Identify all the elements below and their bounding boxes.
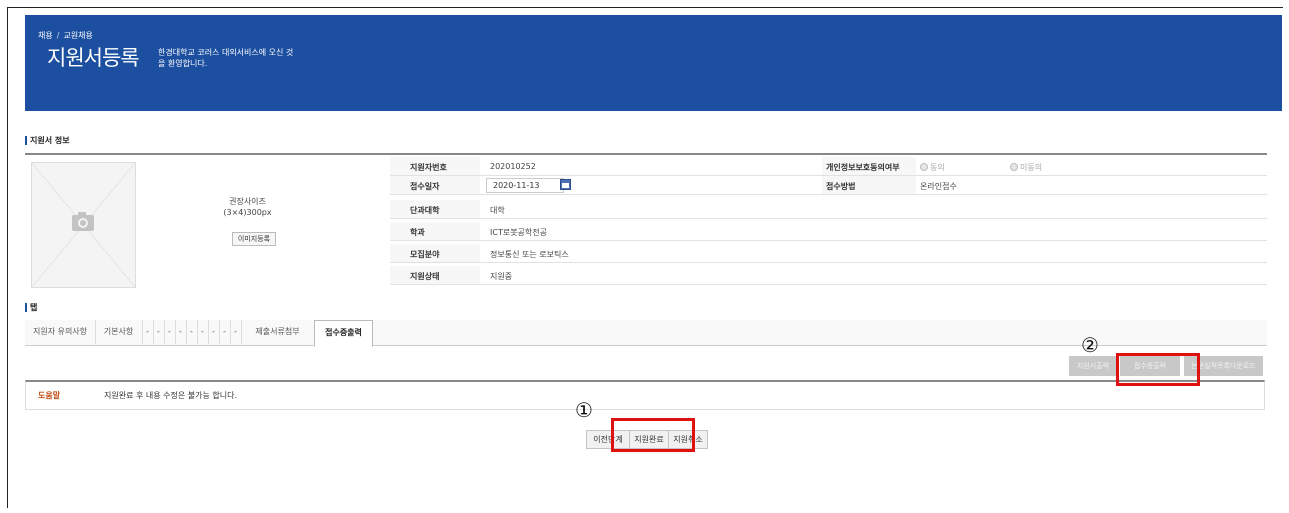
breadcrumb: 채용 / 교원채용 — [38, 30, 93, 41]
receipt-date-label: 접수일자 — [410, 182, 440, 191]
annotation-2: ② — [1081, 333, 1099, 357]
privacy-agree-radio[interactable]: 동의 — [920, 162, 945, 173]
photo-size-value: (3×4)300px — [223, 208, 272, 217]
section-divider — [25, 153, 1267, 155]
tab-notice[interactable]: 지원자 유의사항 — [25, 320, 96, 344]
section-title-applicant-info: 지원서 정보 — [25, 136, 70, 145]
page-title: 지원서등록 — [47, 46, 140, 70]
row-college: 단과대학 대학 — [390, 200, 1267, 219]
photo-size-info: 권장사이즈 (3×4)300px — [200, 196, 295, 218]
college-value: 대학 — [490, 206, 505, 215]
privacy-agree-label: 동의 — [930, 163, 945, 172]
college-label: 단과대학 — [410, 206, 440, 215]
receipt-method-value: 온라인접수 — [920, 182, 957, 191]
help-box: 도움말 지원완료 후 내용 수정은 불가능 합니다. — [25, 380, 1265, 410]
row-field: 모집분야 정보통신 또는 로보틱스 — [390, 244, 1267, 263]
camera-icon — [32, 163, 135, 287]
status-label: 지원상태 — [410, 272, 440, 281]
row-status: 지원상태 지원중 — [390, 266, 1267, 285]
highlight-box-2 — [1116, 353, 1200, 386]
privacy-disagree-label: 미동의 — [1020, 163, 1043, 172]
department-label: 학과 — [410, 228, 425, 237]
row-applicant-no: 지원자번호 202010252 개인정보보호동의여부 동의 미동의 — [390, 157, 1267, 176]
field-value: 정보통신 또는 로보틱스 — [490, 250, 569, 259]
photo-placeholder[interactable] — [31, 162, 136, 288]
privacy-disagree-radio[interactable]: 미동의 — [1010, 162, 1042, 173]
field-label: 모집분야 — [410, 250, 440, 259]
applicant-no-value: 202010252 — [490, 162, 536, 171]
privacy-consent-label: 개인정보보호동의여부 — [826, 163, 900, 172]
help-label: 도움말 — [38, 391, 61, 400]
calendar-icon[interactable] — [560, 179, 571, 190]
application-print-button[interactable]: 지원서출력 — [1069, 356, 1117, 376]
section-title-tabs: 탭 — [25, 303, 37, 312]
tab-basic-info[interactable]: 기본사항 — [95, 320, 143, 344]
help-text: 지원완료 후 내용 수정은 불가능 합니다. — [104, 391, 238, 400]
breadcrumb-separator: / — [56, 31, 60, 40]
tab-receipt-print[interactable]: 접수증출력 — [314, 320, 373, 347]
label-cell — [390, 222, 480, 240]
department-value: ICT로봇공학전공 — [490, 228, 547, 237]
breadcrumb-item-recruit[interactable]: 채용 — [38, 31, 53, 40]
photo-recommend-label: 권장사이즈 — [229, 197, 266, 206]
receipt-date-field[interactable]: 2020-11-13 — [486, 178, 564, 193]
row-receipt-date: 접수일자 2020-11-13 접수방법 온라인접수 — [390, 176, 1267, 195]
image-upload-button[interactable]: 이미지등록 — [232, 232, 276, 246]
receipt-method-label: 접수방법 — [826, 182, 856, 191]
welcome-message: 한경대학교 코러스 대외서비스에 오신 것을 환영합니다. — [158, 48, 294, 68]
annotation-1: ① — [575, 398, 593, 422]
status-value: 지원중 — [490, 272, 513, 281]
breadcrumb-item-faculty[interactable]: 교원채용 — [63, 31, 92, 40]
tab-document-attach[interactable]: 제출서류첨부 — [241, 320, 315, 344]
highlight-box-1 — [611, 418, 695, 452]
row-department: 학과 ICT로봇공학전공 — [390, 222, 1267, 241]
applicant-no-label: 지원자번호 — [410, 163, 447, 172]
